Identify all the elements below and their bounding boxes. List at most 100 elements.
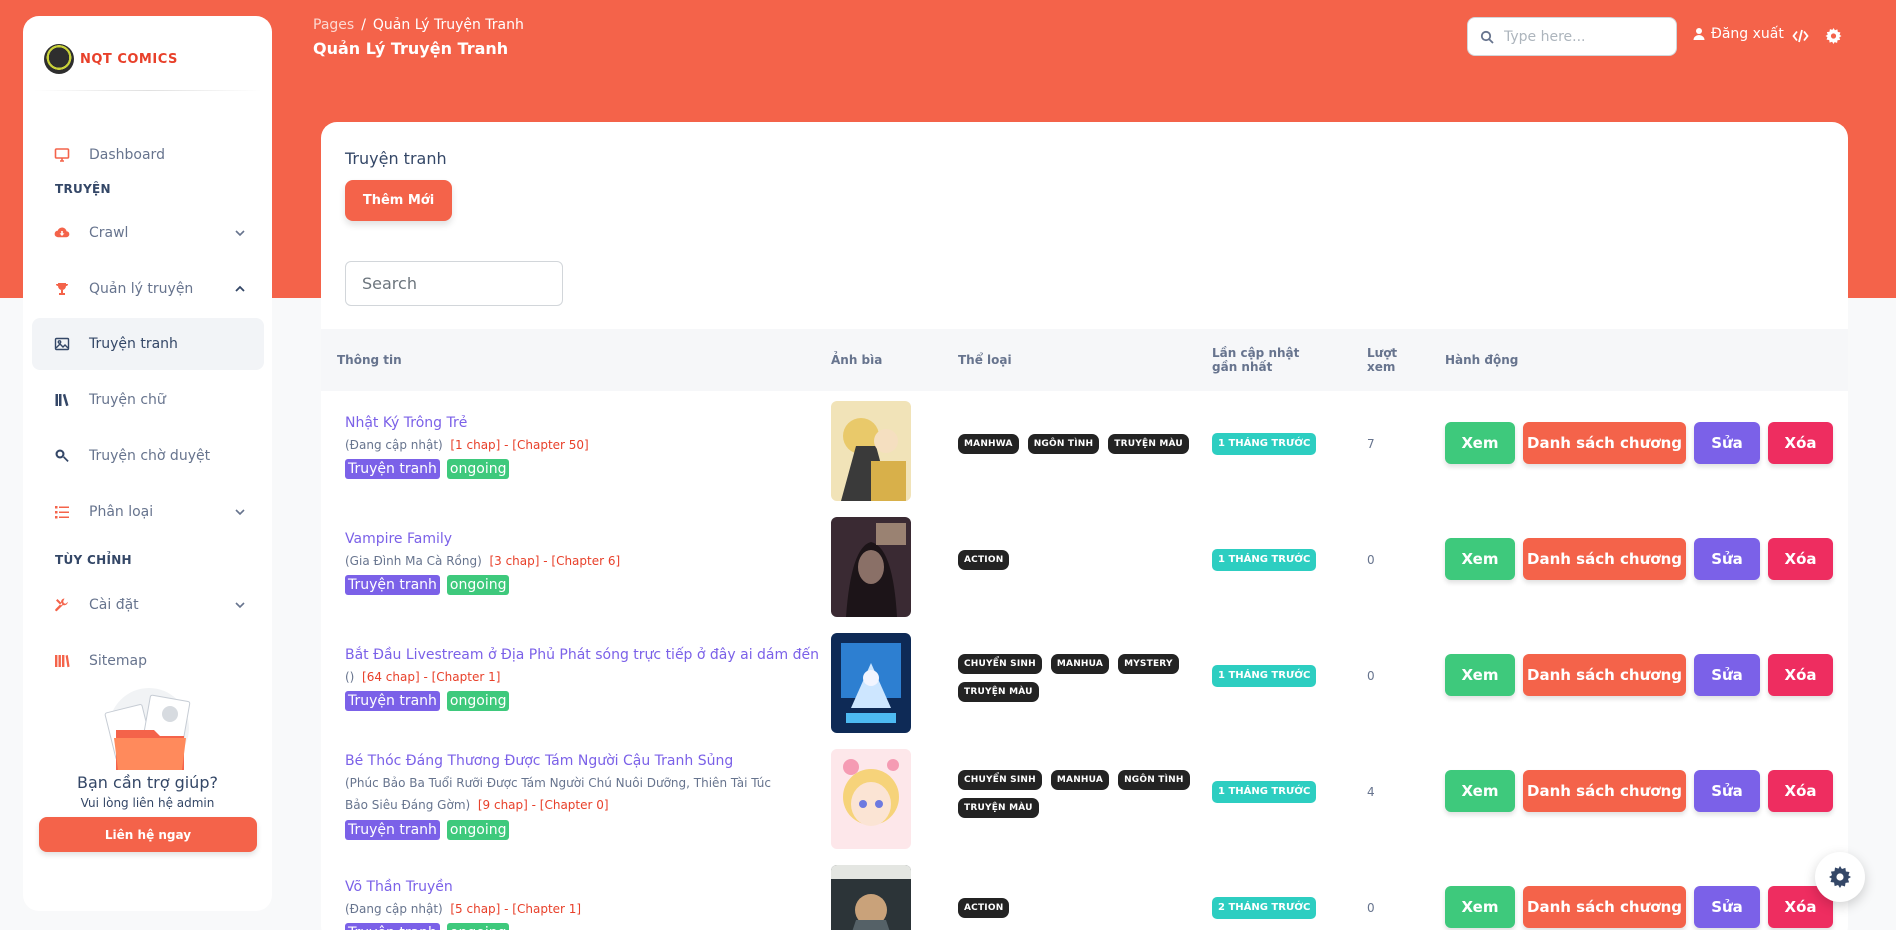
column-header-updated: Lần cập nhật gần nhất (1212, 346, 1300, 374)
section-label-custom: TÙY CHỈNH (55, 553, 132, 567)
comic-title[interactable]: Nhật Ký Trông Trẻ (345, 415, 467, 431)
type-badge: Truyện tranh (345, 691, 440, 711)
sidebar-item-label: Dashboard (89, 147, 165, 163)
header-search[interactable] (1467, 17, 1677, 56)
sidebar-item-settings[interactable]: Cài đặt (32, 579, 264, 631)
genre-badge[interactable]: TRUYỆN MÀU (958, 682, 1039, 702)
edit-button[interactable]: Sửa (1694, 770, 1760, 812)
sidebar-item-comics[interactable]: Truyện tranh (32, 318, 264, 370)
chevron-down-icon (235, 230, 245, 237)
comic-badges: Truyện tranh ongoing (345, 691, 510, 711)
chapter-list-button[interactable]: Danh sách chương (1523, 770, 1686, 812)
type-badge: Truyện tranh (345, 575, 440, 595)
table-row: Võ Thần Truyền (Đang cập nhật) [5 chap] … (321, 857, 1848, 930)
table-search-input[interactable] (362, 274, 552, 293)
brand[interactable]: NQT COMICS (44, 42, 178, 76)
genre-badge[interactable]: MYSTERY (1118, 654, 1179, 674)
comic-chapters: [1 chap] - [Chapter 50] (450, 438, 589, 452)
sidebar-item-label: Cài đặt (89, 597, 139, 613)
contact-button[interactable]: Liên hệ ngay (39, 817, 257, 852)
comic-title[interactable]: Vampire Family (345, 531, 452, 547)
edit-button[interactable]: Sửa (1694, 422, 1760, 464)
chapter-list-button[interactable]: Danh sách chương (1523, 886, 1686, 928)
view-button[interactable]: Xem (1445, 654, 1515, 696)
sidebar-item-dashboard[interactable]: Dashboard (32, 129, 264, 181)
view-button[interactable]: Xem (1445, 422, 1515, 464)
delete-button[interactable]: Xóa (1768, 422, 1833, 464)
type-badge: Truyện tranh (345, 459, 440, 479)
status-badge: ongoing (446, 459, 510, 479)
delete-button[interactable]: Xóa (1768, 538, 1833, 580)
sidebar-item-pending[interactable]: Truyện chờ duyệt (32, 430, 264, 482)
add-new-button[interactable]: Thêm Mới (345, 180, 452, 221)
view-count: 0 (1367, 553, 1375, 567)
trophy-icon (54, 281, 70, 297)
user-icon (1693, 28, 1705, 40)
column-header-genres: Thể loại (958, 353, 1012, 367)
comic-alt-title: (Phúc Bảo Ba Tuổi Rưỡi Được Tám Người Ch… (345, 776, 771, 812)
updated-badge: 1 THÁNG TRƯỚC (1212, 433, 1317, 455)
genre-badge[interactable]: MANHUA (1050, 654, 1110, 674)
delete-button[interactable]: Xóa (1768, 770, 1833, 812)
genre-list: ACTION (958, 898, 1190, 918)
sidebar: NQT COMICS Dashboard TRUYỆN Crawl Quản l… (23, 16, 272, 911)
table-search[interactable] (345, 261, 563, 306)
sidebar-item-crawl[interactable]: Crawl (32, 207, 264, 259)
edit-button[interactable]: Sửa (1694, 538, 1760, 580)
gear-icon[interactable] (1825, 28, 1842, 44)
code-icon[interactable] (1792, 28, 1809, 44)
comic-chapters: [3 chap] - [Chapter 6] (489, 554, 621, 568)
comic-badges: Truyện tranh ongoing (345, 459, 510, 479)
genre-badge[interactable]: CHUYỂN SINH (958, 770, 1042, 790)
genre-badge[interactable]: NGÔN TÌNH (1027, 434, 1100, 454)
card-title: Truyện tranh (345, 149, 447, 168)
sidebar-item-categories[interactable]: Phân loại (32, 486, 264, 538)
genre-badge[interactable]: ACTION (958, 550, 1010, 570)
sidebar-item-sitemap[interactable]: Sitemap (32, 635, 264, 687)
genre-badge[interactable]: CHUYỂN SINH (958, 654, 1042, 674)
updated-badge: 1 THÁNG TRƯỚC (1212, 549, 1317, 571)
comic-chapters: [9 chap] - [Chapter 0] (477, 798, 609, 812)
genre-badge[interactable]: TRUYỆN MÀU (1108, 434, 1189, 454)
sidebar-item-novels[interactable]: Truyện chữ (32, 374, 264, 426)
sidebar-item-label: Truyện chữ (89, 392, 166, 408)
view-button[interactable]: Xem (1445, 538, 1515, 580)
comic-title[interactable]: Võ Thần Truyền (345, 879, 453, 895)
breadcrumb-root[interactable]: Pages (313, 17, 354, 33)
genre-badge[interactable]: NGÔN TÌNH (1118, 770, 1190, 790)
genre-badge[interactable]: ACTION (958, 898, 1010, 918)
genre-badge[interactable]: MANHUA (1050, 770, 1110, 790)
help-illustration (104, 688, 191, 770)
table-row: Nhật Ký Trông Trẻ (Đang cập nhật) [1 cha… (321, 393, 1848, 509)
chevron-down-icon (235, 509, 245, 516)
column-header-info: Thông tin (337, 353, 402, 367)
image-icon (54, 336, 70, 352)
chapter-list-button[interactable]: Danh sách chương (1523, 654, 1686, 696)
comic-badges: Truyện tranh ongoing (345, 820, 510, 840)
comics-card: Truyện tranh Thêm Mới Thông tin Ảnh bìa … (321, 122, 1848, 930)
comic-title[interactable]: Bé Thóc Đáng Thương Được Tám Người Cậu T… (345, 753, 733, 769)
brand-logo (44, 44, 74, 74)
delete-button[interactable]: Xóa (1768, 654, 1833, 696)
breadcrumb-separator: / (361, 17, 366, 33)
genre-badge[interactable]: MANHWA (958, 434, 1019, 454)
comic-title[interactable]: Bắt Đầu Livestream ở Địa Phủ Phát sóng t… (345, 647, 819, 663)
cover-image (831, 633, 911, 733)
comic-badges: Truyện tranh ongoing (345, 575, 510, 595)
chapter-list-button[interactable]: Danh sách chương (1523, 538, 1686, 580)
type-badge: Truyện tranh (345, 923, 440, 930)
sidebar-item-manage-stories[interactable]: Quản lý truyện (32, 263, 264, 315)
search-input[interactable] (1504, 28, 1664, 45)
help-subtitle: Vui lòng liên hệ admin (80, 796, 215, 810)
chapter-list-button[interactable]: Danh sách chương (1523, 422, 1686, 464)
column-header-cover: Ảnh bìa (831, 353, 883, 367)
edit-button[interactable]: Sửa (1694, 886, 1760, 928)
view-button[interactable]: Xem (1445, 886, 1515, 928)
edit-button[interactable]: Sửa (1694, 654, 1760, 696)
settings-fab[interactable] (1815, 852, 1865, 902)
page-title: Quản Lý Truyện Tranh (313, 39, 509, 58)
view-button[interactable]: Xem (1445, 770, 1515, 812)
logout-button[interactable]: Đăng xuất (1692, 26, 1784, 42)
tools-icon (54, 597, 70, 613)
genre-badge[interactable]: TRUYỆN MÀU (958, 798, 1039, 818)
